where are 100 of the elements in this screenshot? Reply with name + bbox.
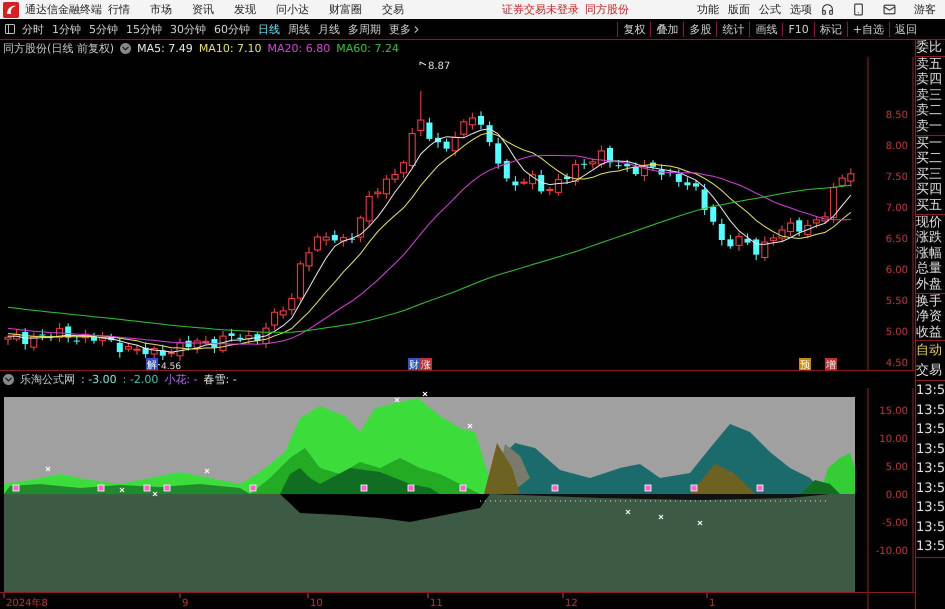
candlestick	[520, 178, 528, 186]
candlestick	[124, 342, 132, 352]
candlestick	[478, 111, 484, 130]
candlestick	[228, 328, 235, 342]
event-marker[interactable]: 涨	[420, 358, 432, 370]
toolbar-button[interactable]: 叠加	[650, 22, 684, 36]
menu-item[interactable]: 市场	[150, 2, 172, 17]
trade-time: 13:5	[916, 421, 945, 440]
candlestick	[495, 137, 502, 170]
date-axis-label: 9	[182, 598, 188, 609]
price-axis-label: 5.50	[886, 296, 908, 307]
price-axis-label: 8.50	[886, 110, 908, 121]
trade-time: 13:5	[916, 440, 945, 459]
candlestick	[116, 336, 123, 358]
period-tab[interactable]: 月线	[318, 22, 340, 36]
candlestick	[538, 169, 544, 194]
headset-icon[interactable]	[821, 3, 834, 16]
period-tab[interactable]: 30分钟	[170, 22, 206, 36]
mail-icon[interactable]	[883, 3, 896, 16]
candlestick	[332, 230, 338, 244]
candlestick	[91, 332, 97, 344]
period-tab[interactable]: 60分钟	[214, 22, 250, 36]
menu-item[interactable]: 选项	[790, 2, 812, 17]
candlestick	[142, 342, 149, 358]
event-marker[interactable]: 财	[408, 358, 420, 370]
quote-label: 换手	[916, 294, 943, 310]
candlestick	[529, 170, 536, 190]
period-tab[interactable]: 15分钟	[126, 22, 162, 36]
auto-trade-link[interactable]: 自动	[916, 341, 945, 361]
menu-item[interactable]: 功能	[697, 2, 719, 17]
panel-toggle-icon[interactable]	[4, 23, 16, 35]
price-axis-label: 7.00	[886, 203, 908, 214]
quote-label: 买四	[916, 182, 943, 198]
candlestick	[426, 117, 432, 142]
toolbar-button[interactable]: 画线	[749, 22, 782, 36]
menu-item[interactable]: 财富圈	[329, 2, 362, 17]
quote-label: 卖一	[916, 118, 943, 135]
candlestick	[392, 168, 398, 184]
trade-time: 13:5	[916, 402, 945, 420]
moving-average-label: MA10: 7.10	[198, 42, 262, 55]
menu-item[interactable]: 版面	[728, 2, 750, 17]
trade-time: 13:5	[916, 480, 945, 498]
trade-time: 13:5	[916, 382, 945, 400]
period-tab[interactable]: 周线	[288, 22, 310, 36]
candlestick	[48, 333, 54, 342]
dropdown-icon[interactable]	[3, 374, 14, 385]
toolbar-button[interactable]: 标记	[814, 22, 847, 36]
candlestick	[616, 159, 622, 170]
quote-label: 卖四	[916, 72, 943, 88]
candlestick	[254, 332, 260, 346]
candlestick	[787, 217, 794, 237]
user-label[interactable]: 游客	[914, 2, 936, 17]
indicator-axis-label: 10.00	[879, 434, 908, 445]
candlestick	[220, 330, 226, 354]
candlestick	[581, 158, 588, 170]
menu-item[interactable]: 公式	[759, 2, 781, 17]
candlestick	[607, 145, 613, 168]
menu-item[interactable]: 问小达	[276, 2, 309, 17]
menu-item[interactable]: 发现	[234, 2, 256, 17]
toolbar-button[interactable]: +自选	[846, 22, 889, 36]
phone-icon[interactable]	[852, 3, 865, 16]
menu-item[interactable]: 资讯	[192, 2, 214, 17]
toolbar-button[interactable]: 多股	[683, 22, 716, 36]
quote-label: 卖二	[916, 103, 943, 119]
menu-item[interactable]: 行情	[108, 2, 130, 17]
candlestick	[702, 183, 708, 216]
period-tab[interactable]: 5分钟	[89, 22, 118, 36]
toolbar-button[interactable]: 复权	[617, 22, 650, 36]
toolbar-button[interactable]: 返回	[889, 22, 922, 36]
event-marker[interactable]: 解	[146, 358, 158, 370]
candlestick	[640, 159, 648, 182]
period-tab[interactable]: 多周期	[348, 22, 381, 36]
toolbar-button[interactable]: F10	[782, 22, 814, 36]
candlestick	[504, 158, 510, 182]
dropdown-icon[interactable]	[120, 43, 132, 54]
menu-item[interactable]: 交易	[382, 2, 404, 17]
event-marker[interactable]: 增	[825, 358, 837, 370]
toolbar-button[interactable]: 统计	[716, 22, 750, 36]
candlestick	[82, 329, 89, 344]
candlestick	[262, 322, 270, 349]
candlestick	[667, 168, 674, 177]
candlestick	[108, 333, 114, 343]
high-price-label: 8.87	[428, 61, 450, 72]
candlestick	[736, 232, 742, 252]
price-axis-label: 8.00	[886, 141, 908, 152]
period-tab[interactable]: 更多	[389, 22, 422, 36]
candlestick	[778, 225, 786, 243]
period-tab[interactable]: 1分钟	[52, 22, 81, 36]
candlestick	[684, 176, 690, 190]
leader-line	[420, 62, 426, 66]
price-axis-label: 6.00	[886, 265, 908, 276]
candlestick	[650, 160, 656, 170]
indicator-value: : -2.00	[122, 373, 158, 386]
period-tab[interactable]: 日线	[258, 22, 280, 36]
period-tab[interactable]: 分时	[22, 22, 44, 36]
candlestick	[39, 328, 46, 341]
stock-name-link[interactable]: 同方股份	[585, 2, 629, 17]
login-status-link[interactable]: 证券交易未登录	[502, 2, 579, 17]
trade-time: 13:5	[916, 499, 945, 518]
candlestick	[65, 322, 72, 343]
